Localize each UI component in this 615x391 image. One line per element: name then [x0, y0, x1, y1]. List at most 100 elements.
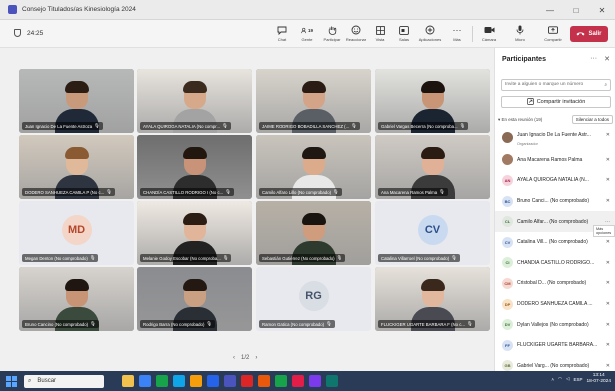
- mic-muted-icon: 🎙: [439, 189, 445, 194]
- video-tile[interactable]: CHANDÍA CASTILLO RODRIGO I (No c... 🎙: [137, 135, 252, 199]
- taskbar-app-icon[interactable]: [275, 375, 287, 387]
- tile-name-label: Melanie Godoy Escobar (No comproba... 🎙: [140, 254, 232, 262]
- invite-input[interactable]: Invite a alguien o marque un número ⌕: [501, 79, 611, 91]
- gallery-pager: ‹ 1/2 ›: [233, 355, 257, 361]
- taskbar-search[interactable]: ⌕ Buscar: [24, 374, 104, 388]
- video-tile[interactable]: Ana Macarena Ramos Palma 🎙: [375, 135, 490, 199]
- taskbar-app-icon[interactable]: [139, 375, 151, 387]
- mic-muted-icon: 🎙: [451, 255, 457, 260]
- participant-row[interactable]: DV Dylan Vallejos (No comprobado) ✕: [495, 314, 615, 335]
- volume-icon[interactable]: ◁: [566, 376, 569, 382]
- keyboard-language[interactable]: ESP: [573, 377, 582, 382]
- participant-more-icon[interactable]: ···: [605, 219, 610, 225]
- mic-muted-icon: ✕: [605, 259, 610, 266]
- video-tile[interactable]: JAIME RODRIGO BOBADILLA SANCHEZ (... 🎙: [256, 69, 371, 133]
- people-button[interactable]: 19 Gente: [295, 22, 319, 46]
- video-tile[interactable]: RG Ramon Gatica (No comprobado) 🎙: [256, 267, 371, 331]
- video-tile[interactable]: Melanie Godoy Escobar (No comproba... 🎙: [137, 201, 252, 265]
- close-window-button[interactable]: ✕: [589, 6, 615, 15]
- participant-row[interactable]: CM Cristobal D... (No comprobado) ✕: [495, 273, 615, 294]
- in-meeting-section-header[interactable]: ▾ En esta reunión (19) Silenciar a todos: [498, 115, 613, 124]
- taskbar-app-icon[interactable]: [292, 375, 304, 387]
- share-invite-button[interactable]: Compartir invitación: [501, 96, 611, 108]
- taskbar-app-icon[interactable]: [173, 375, 185, 387]
- mic-muted-icon: ✕: [605, 321, 610, 328]
- participant-row[interactable]: Ana Macarena Ramos Palma ✕: [495, 150, 615, 171]
- more-button[interactable]: ··· Más: [445, 22, 469, 46]
- participant-list: Juan Ignacio De La Fuente Astr... Organiz…: [495, 129, 615, 376]
- video-tile[interactable]: Bruno Cancino (No comprobado) 🎙: [19, 267, 134, 331]
- tile-name-label: Camilo Alfaro Lillo (No comprobado) 🎙: [259, 188, 342, 196]
- share-icon: [547, 25, 559, 35]
- camera-button[interactable]: Cámara: [477, 22, 501, 46]
- video-tile[interactable]: DODERO SANHUEZA CAMILA P (No c... 🎙: [19, 135, 134, 199]
- taskbar-app-icon[interactable]: [258, 375, 270, 387]
- view-button[interactable]: Vista: [368, 22, 392, 46]
- tile-name-text: AYALA QUIROGA NATALIA (No compr...: [143, 123, 221, 129]
- taskbar-app-icon[interactable]: [224, 375, 236, 387]
- react-button[interactable]: Reaccionar: [344, 22, 368, 46]
- leave-meeting-button[interactable]: Salir: [570, 26, 608, 42]
- minimize-button[interactable]: —: [537, 6, 563, 15]
- apps-button[interactable]: Aplicaciones: [418, 22, 442, 46]
- next-page-button[interactable]: ›: [255, 355, 257, 361]
- chat-button[interactable]: Chat: [270, 22, 294, 46]
- panel-title: Participantes: [502, 56, 546, 63]
- tile-name-label: AYALA QUIROGA NATALIA (No compr... 🎙: [140, 122, 231, 130]
- grid-icon: [374, 25, 386, 35]
- taskbar-app-icon[interactable]: [326, 375, 338, 387]
- video-tile[interactable]: CV Catalina Villarroel (No comprobado) 🎙: [375, 201, 490, 265]
- video-tile[interactable]: Camilo Alfaro Lillo (No comprobado) 🎙: [256, 135, 371, 199]
- mic-button[interactable]: Micro: [508, 22, 532, 46]
- tile-name-text: Ana Macarena Ramos Palma: [381, 189, 438, 195]
- mic-muted-icon: ✕: [605, 362, 610, 369]
- participant-name: Camilo Alfar... (No comprobado): [517, 218, 589, 225]
- maximize-button[interactable]: □: [563, 6, 589, 15]
- prev-page-button[interactable]: ‹: [233, 355, 235, 361]
- participant-row[interactable]: Juan Ignacio De La Fuente Astr... Organiz…: [495, 129, 615, 150]
- chevron-up-icon[interactable]: ˄: [551, 377, 554, 382]
- video-tile[interactable]: FLUCKIGER UGARTE BARBARA F (No c... 🎙: [375, 267, 490, 331]
- raise-hand-button[interactable]: Participar: [320, 22, 344, 46]
- video-tile[interactable]: AYALA QUIROGA NATALIA (No compr... 🎙: [137, 69, 252, 133]
- tile-name-text: JAIME RODRIGO BOBADILLA SANCHEZ (...: [262, 123, 350, 129]
- video-tile[interactable]: Gabriel Vargas Becerra (No comproba... 🎙: [375, 69, 490, 133]
- taskbar-app-icon[interactable]: [156, 375, 168, 387]
- mic-muted-icon: 🎙: [326, 321, 332, 326]
- video-tile[interactable]: Sebastián Gutiérrez (No comprobado) 🎙: [256, 201, 371, 265]
- tile-name-label: JAIME RODRIGO BOBADILLA SANCHEZ (... 🎙: [259, 122, 360, 130]
- mic-muted-icon: ✕: [605, 239, 610, 246]
- participant-row[interactable]: DP DODERO SANHUEZA CAMILA ... ✕: [495, 294, 615, 315]
- tile-name-text: Bruno Cancino (No comprobado): [25, 321, 89, 327]
- participant-row[interactable]: AN AYALA QUIROGA NATALIA (N... ✕: [495, 170, 615, 191]
- participant-row[interactable]: FF FLUCKIGER UGARTE BARBARA... ✕: [495, 335, 615, 356]
- taskbar-app-icon[interactable]: [309, 375, 321, 387]
- share-screen-button[interactable]: Compartir: [541, 22, 565, 46]
- taskbar-app-icon[interactable]: [241, 375, 253, 387]
- smile-icon: [350, 25, 362, 35]
- window-titlebar: Consejo Titulados/as Kinesiología 2024: [0, 0, 615, 20]
- start-button[interactable]: [4, 374, 18, 388]
- taskbar-app-icon[interactable]: [122, 375, 134, 387]
- avatar: CL: [502, 216, 513, 228]
- video-tile[interactable]: Rodrigo Barra (No comprobado) 🎙: [137, 267, 252, 331]
- mic-muted-icon: ✕: [605, 156, 610, 163]
- taskbar-app-icon[interactable]: [207, 375, 219, 387]
- video-tile[interactable]: Juan Ignacio De La Fuente Astroza 🎙: [19, 69, 134, 133]
- breakout-rooms-button[interactable]: Salas: [392, 22, 416, 46]
- video-tile[interactable]: MD Megan Denton (No comprobado) 🎙: [19, 201, 134, 265]
- chat-icon: [276, 25, 288, 35]
- tile-name-text: Megan Denton (No comprobado): [25, 255, 88, 261]
- participant-role: Organizador: [517, 142, 538, 146]
- avatar: GB: [502, 360, 513, 372]
- mute-all-button[interactable]: Silenciar a todos: [571, 115, 613, 124]
- participant-row[interactable]: CI CHANDÍA CASTILLO RODRIGO... ✕: [495, 253, 615, 274]
- wifi-icon[interactable]: ◠: [558, 376, 562, 382]
- taskbar-app-icon[interactable]: [190, 375, 202, 387]
- tile-name-text: FLUCKIGER UGARTE BARBARA F (No c...: [381, 321, 465, 327]
- participant-row[interactable]: BC Bruno Canci... (No comprobado) ✕: [495, 191, 615, 212]
- panel-more-icon[interactable]: ···: [590, 55, 597, 63]
- panel-close-icon[interactable]: ✕: [604, 55, 610, 63]
- mic-muted-icon: ✕: [605, 342, 610, 349]
- taskbar-clock[interactable]: 13:14 18-07-2024: [586, 373, 611, 385]
